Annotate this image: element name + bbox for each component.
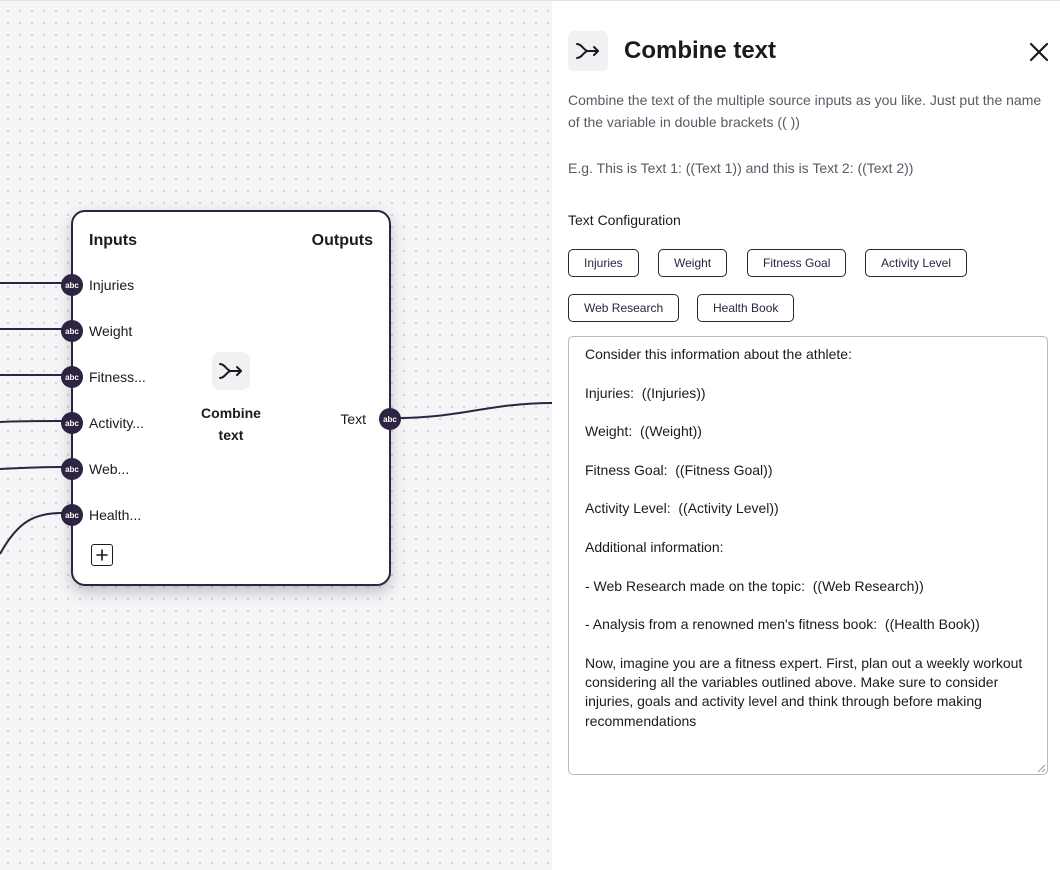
wire-health [0, 512, 63, 555]
input-port-weight[interactable]: abc [61, 320, 83, 342]
variable-chip-health-book[interactable]: Health Book [697, 294, 795, 322]
add-input-button[interactable] [91, 544, 113, 566]
merge-arrow-icon [568, 31, 608, 71]
variable-chip-fitness-goal[interactable]: Fitness Goal [747, 249, 847, 277]
plus-icon [96, 549, 108, 561]
output-label: Text [340, 411, 366, 427]
wire-output [397, 402, 552, 419]
panel-description: Combine the text of the multiple source … [568, 92, 1042, 130]
input-port-injuries[interactable]: abc [61, 274, 83, 296]
input-port-web[interactable]: abc [61, 458, 83, 480]
outputs-heading: Outputs [311, 232, 373, 249]
wire-activity [0, 420, 63, 423]
flow-canvas[interactable]: Inputs Outputs abc Injuries abc Weight a… [0, 0, 552, 870]
output-port-text[interactable]: abc [379, 408, 401, 430]
variable-chip-weight[interactable]: Weight [658, 249, 728, 277]
panel-title: Combine text [624, 37, 777, 64]
variable-chip-web-research[interactable]: Web Research [568, 294, 680, 322]
output-port-row[interactable]: Text abc [321, 408, 401, 430]
input-label: Activity... [89, 415, 144, 431]
variable-chip-activity-level[interactable]: Activity Level [865, 249, 968, 277]
node-title-line1: Combine [201, 405, 261, 421]
panel-example: E.g. This is Text 1: ((Text 1)) and this… [568, 160, 914, 176]
close-button[interactable] [1028, 41, 1050, 63]
inputs-heading: Inputs [89, 232, 137, 249]
input-label: Weight [89, 323, 133, 339]
input-label: Injuries [89, 277, 135, 293]
variable-chip-injuries[interactable]: Injuries [568, 249, 639, 277]
text-configuration-label: Text Configuration [568, 212, 681, 228]
combine-text-node[interactable]: Inputs Outputs abc Injuries abc Weight a… [61, 210, 401, 586]
input-port-activity[interactable]: abc [61, 412, 83, 434]
node-title-line2: text [218, 427, 244, 443]
merge-arrow-icon [212, 352, 250, 390]
resize-handle-icon[interactable] [1037, 764, 1046, 773]
wire-web [0, 466, 63, 470]
node-title: Combine text [181, 402, 281, 446]
input-port-health[interactable]: abc [61, 504, 83, 526]
template-textarea[interactable]: Consider this information about the athl… [568, 336, 1048, 775]
input-label: Health... [89, 507, 142, 523]
close-icon[interactable] [1028, 41, 1050, 63]
input-label: Fitness... [89, 369, 146, 385]
node-settings-panel: Combine text Combine the text of the mul… [552, 0, 1060, 870]
input-label: Web... [89, 461, 130, 477]
input-port-fitness[interactable]: abc [61, 366, 83, 388]
